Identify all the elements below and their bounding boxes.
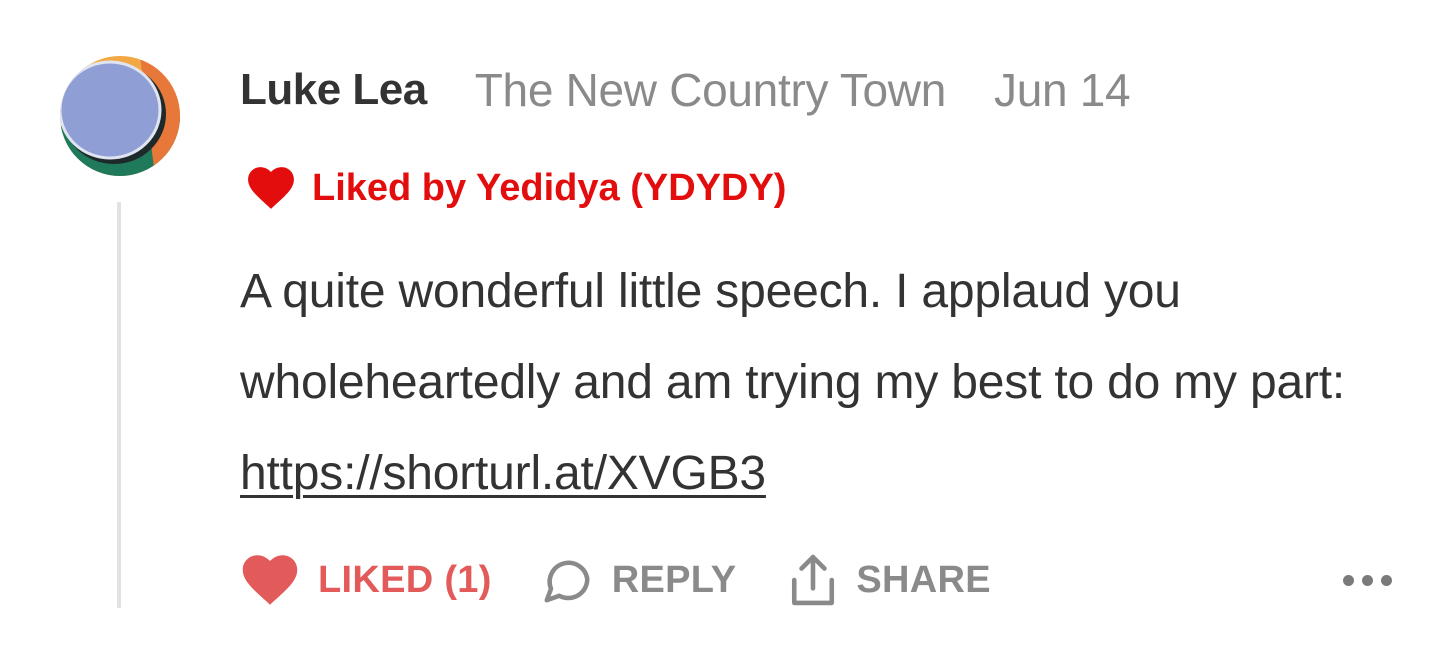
comment-body: A quite wonderful little speech. I appla… — [240, 246, 1400, 519]
heart-icon — [248, 167, 294, 209]
more-options-button[interactable] — [1333, 565, 1392, 596]
liked-by-badge: Liked by Yedidya (YDYDY) — [246, 160, 786, 216]
more-dots-icon — [1362, 574, 1373, 586]
speech-bubble-icon — [544, 560, 590, 603]
share-button[interactable]: SHARE — [788, 552, 991, 608]
comment-header: Luke Lea The New Country Town Jun 14 — [240, 60, 1131, 120]
reply-label: REPLY — [611, 558, 737, 601]
avatar-image — [60, 56, 180, 176]
comment-text: A quite wonderful little speech. I appla… — [240, 265, 1346, 409]
avatar[interactable] — [60, 56, 180, 176]
more-dots-icon — [1381, 574, 1392, 586]
comment-date[interactable]: Jun 14 — [994, 63, 1131, 117]
heart-icon — [242, 555, 298, 605]
share-arrow-icon — [792, 554, 835, 606]
reply-button[interactable]: REPLY — [540, 553, 737, 607]
publication-name[interactable]: The New Country Town — [475, 63, 947, 117]
thread-line — [117, 202, 121, 608]
comment-link[interactable]: https://shorturl.at/XVGB3 — [240, 447, 766, 500]
like-label: LIKED (1) — [318, 558, 492, 601]
liked-by-text: Liked by Yedidya (YDYDY) — [312, 166, 787, 209]
comment-actions: LIKED (1) REPLY SHARE — [240, 548, 1392, 612]
author-name[interactable]: Luke Lea — [240, 65, 427, 115]
like-button[interactable]: LIKED (1) — [240, 554, 492, 606]
more-dots-icon — [1343, 574, 1354, 586]
share-label: SHARE — [856, 558, 991, 601]
